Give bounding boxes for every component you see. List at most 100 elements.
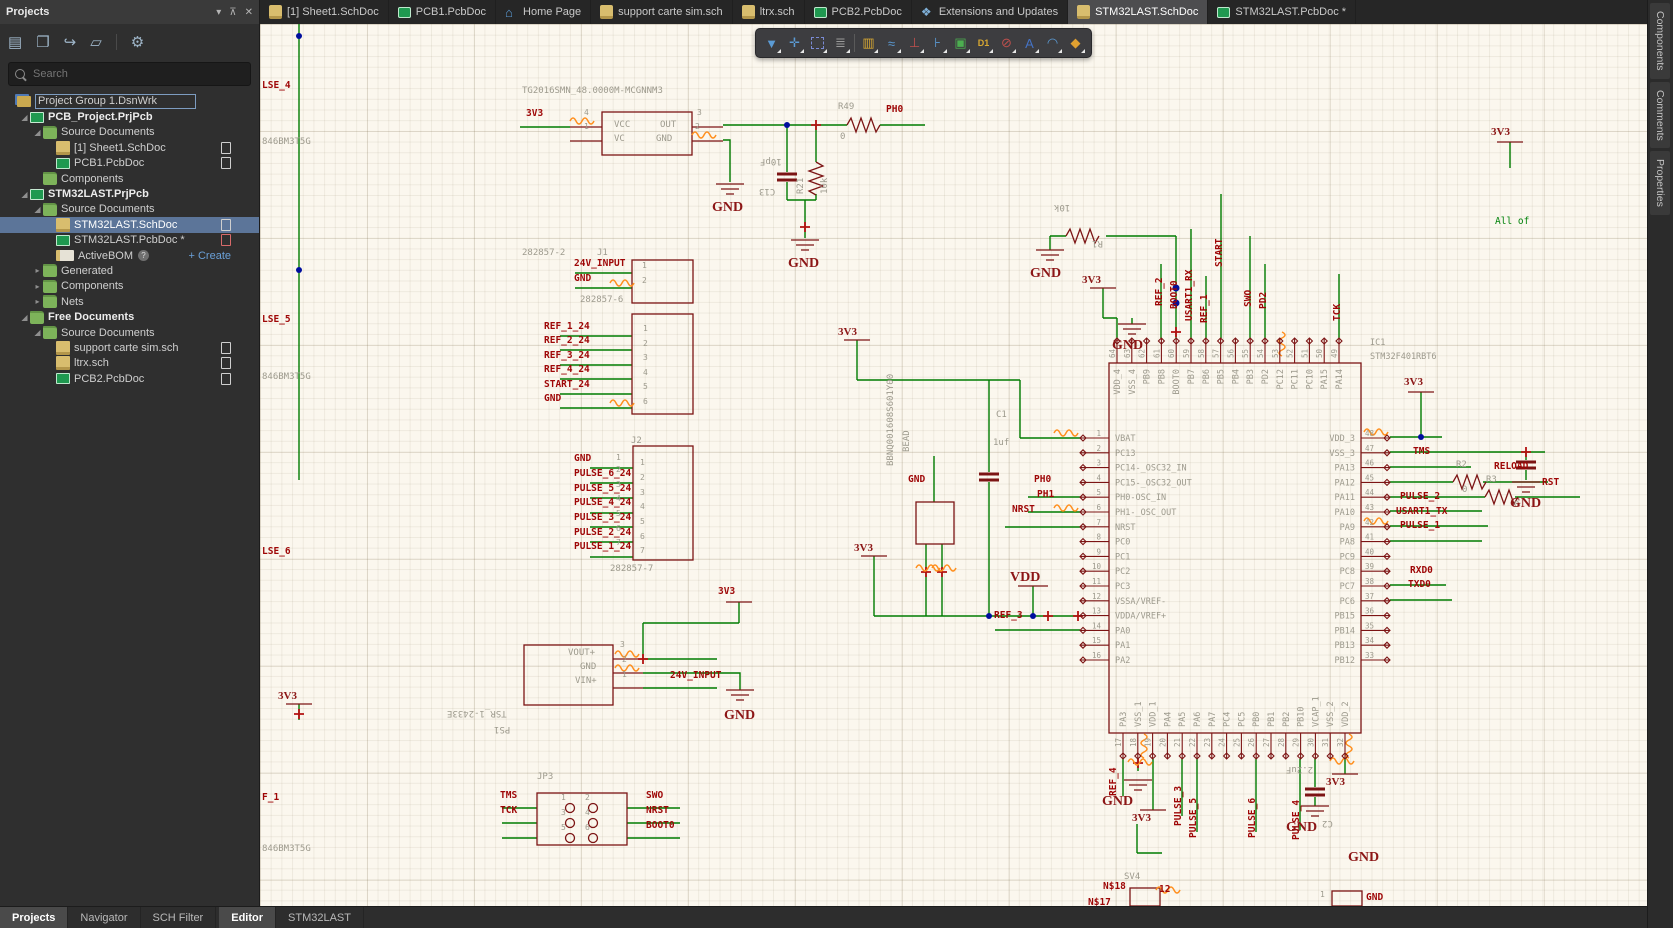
chip-pin-text: 25 xyxy=(1232,738,1241,747)
dropdown-arrow-icon[interactable]: ▾ xyxy=(216,7,221,18)
panel-tab-navigator[interactable]: Navigator xyxy=(68,907,140,928)
save-icon[interactable]: ▤ xyxy=(8,33,22,51)
chip-pin-text: PB3 xyxy=(1246,369,1256,384)
panel-tab-sch-filter[interactable]: SCH Filter xyxy=(141,907,217,928)
place-text-icon[interactable]: A xyxy=(1018,31,1041,55)
settings-gear-icon[interactable]: ⚙ xyxy=(131,33,144,51)
tree-item-ltrx-sch[interactable]: ltrx.sch xyxy=(0,356,259,371)
document-state-icon xyxy=(221,219,231,231)
marquee-select-icon[interactable] xyxy=(806,31,829,55)
tree-item-source-documents[interactable]: ◢Source Documents xyxy=(0,202,259,217)
tree-item-components[interactable]: Components xyxy=(0,171,259,186)
doc-tab-label: Extensions and Updates xyxy=(939,6,1058,18)
expand-arrow[interactable]: ◢ xyxy=(32,128,43,137)
tree-item-generated[interactable]: ▸Generated xyxy=(0,263,259,278)
tree-item-pcb1-pcbdoc[interactable]: PCB1.PcbDoc xyxy=(0,156,259,171)
tree-item-stm32last-prjpcb[interactable]: ◢STM32LAST.PrjPcb xyxy=(0,186,259,201)
designator-icon[interactable]: D1 xyxy=(972,31,995,55)
expand-arrow[interactable]: ◢ xyxy=(19,113,30,122)
chip-pin-text: 44 xyxy=(1365,488,1375,497)
panel-tab-properties[interactable]: Properties xyxy=(1650,151,1670,215)
chip-pin-text: PC4 xyxy=(1223,712,1233,727)
chip-pin-text: PB13 xyxy=(1335,641,1355,651)
tree-item-source-documents[interactable]: ◢Source Documents xyxy=(0,125,259,140)
folder-settings-icon[interactable]: ▱ xyxy=(90,33,102,51)
panel-tab-projects[interactable]: Projects xyxy=(0,907,68,928)
doc-tab-1-sheet1-schdoc[interactable]: [1] Sheet1.SchDoc xyxy=(260,0,389,24)
chip-pin-text: 61 xyxy=(1152,349,1161,358)
place-wire-icon[interactable]: ≈ xyxy=(880,31,903,55)
tree-item-free-documents[interactable]: ◢Free Documents xyxy=(0,309,259,324)
editor-tab-editor[interactable]: Editor xyxy=(219,907,276,928)
expand-arrow[interactable]: ◢ xyxy=(19,190,30,199)
tree-item-pcb2-pcbdoc[interactable]: PCB2.PcbDoc xyxy=(0,371,259,386)
expand-arrow[interactable]: ▸ xyxy=(32,282,43,291)
chip-pins: 1VBAT2PC133PC14-_OSC32_IN4PC15-_OSC32_OU… xyxy=(1080,338,1437,759)
panel-tab-comments[interactable]: Comments xyxy=(1650,82,1670,149)
bus-entry-icon[interactable]: ⊦ xyxy=(926,31,949,55)
pcb-file-icon xyxy=(1217,7,1230,18)
tree-item-project-group-1-dsnwrk[interactable]: Project Group 1.DsnWrk xyxy=(0,94,259,109)
chip-pin-text: 19 xyxy=(1144,738,1153,747)
chip-pin-text: PC15-_OSC32_OUT xyxy=(1115,478,1192,488)
expand-arrow[interactable]: ◢ xyxy=(19,313,30,322)
expand-arrow[interactable]: ▸ xyxy=(32,297,43,306)
tree-item-pcb-project-prjpcb[interactable]: ◢PCB_Project.PrjPcb xyxy=(0,109,259,124)
chip-pin-text: PB7 xyxy=(1187,369,1197,384)
chip-pin-text: PB14 xyxy=(1335,626,1355,636)
document-state-icon xyxy=(221,234,231,246)
place-part-icon[interactable]: ▥ xyxy=(857,31,880,55)
panel-tab-components[interactable]: Components xyxy=(1650,3,1670,79)
expand-arrow[interactable]: ▸ xyxy=(32,266,43,275)
expand-arrow[interactable]: ◢ xyxy=(32,328,43,337)
chip-pin-text: 42 xyxy=(1365,518,1374,527)
chip-pin-text: PC12 xyxy=(1276,369,1286,389)
search-input[interactable] xyxy=(31,67,244,81)
power-port-icon[interactable]: ⊥ xyxy=(903,31,926,55)
align-icon[interactable]: ≣ xyxy=(829,31,852,55)
sheet-symbol-icon[interactable]: ▣ xyxy=(949,31,972,55)
close-icon[interactable]: ✕ xyxy=(245,7,253,18)
pcb-file-icon xyxy=(814,7,827,18)
tree-item-stm32last-schdoc[interactable]: STM32LAST.SchDoc xyxy=(0,217,259,232)
forward-icon[interactable]: ↪ xyxy=(64,33,77,51)
create-link[interactable]: + Create xyxy=(189,250,232,262)
sch-icon xyxy=(56,141,70,155)
chip-pin-text: 48 xyxy=(1365,429,1375,438)
tree-item-components[interactable]: ▸Components xyxy=(0,279,259,294)
arc-icon[interactable]: ◠ xyxy=(1041,31,1064,55)
crosshair-icon[interactable]: ✛ xyxy=(783,31,806,55)
tree-item-nets[interactable]: ▸Nets xyxy=(0,294,259,309)
expand-arrow[interactable]: ◢ xyxy=(32,205,43,214)
pin-icon[interactable]: ⊼ xyxy=(229,7,236,18)
project-tree: Project Group 1.DsnWrk◢PCB_Project.PrjPc… xyxy=(0,94,259,386)
chip-pin-text: PB0 xyxy=(1252,712,1262,727)
doc-tab-ltrx-sch[interactable]: ltrx.sch xyxy=(733,0,805,24)
doc-tab-stm32last-pcbdoc[interactable]: STM32LAST.PcbDoc * xyxy=(1208,0,1356,24)
no-erc-icon[interactable]: ⊘ xyxy=(995,31,1018,55)
filter-icon[interactable]: ▼ xyxy=(760,31,783,55)
chip-pin-text: 11 xyxy=(1092,577,1101,586)
doc-tab-support-carte-sim-sch[interactable]: support carte sim.sch xyxy=(591,0,733,24)
chip-pin-text: PA1 xyxy=(1115,641,1130,651)
copy-documents-icon[interactable]: ❐ xyxy=(36,33,49,51)
chip-pin-text: 40 xyxy=(1365,547,1375,556)
tree-item-1-sheet1-schdoc[interactable]: [1] Sheet1.SchDoc xyxy=(0,140,259,155)
doc-tab-pcb2-pcbdoc[interactable]: PCB2.PcbDoc xyxy=(805,0,912,24)
tree-item-support-carte-sim-sch[interactable]: support carte sim.sch xyxy=(0,340,259,355)
tree-item-source-documents[interactable]: ◢Source Documents xyxy=(0,325,259,340)
stm32-chip-body[interactable] xyxy=(1109,363,1361,733)
search-box[interactable] xyxy=(8,62,251,86)
doc-tab-home-page[interactable]: ⌂Home Page xyxy=(496,0,591,24)
tree-item-activebom[interactable]: ActiveBOM?+ Create xyxy=(0,248,259,263)
editor-tab-stm32last[interactable]: STM32LAST xyxy=(276,907,364,928)
junction-icon[interactable]: ◆ xyxy=(1064,31,1087,55)
schematic-drawing[interactable]: 1VBAT2PC133PC14-_OSC32_IN4PC15-_OSC32_OU… xyxy=(260,24,1648,906)
resistors[interactable] xyxy=(809,118,1518,504)
chip-pin-text: 28 xyxy=(1277,738,1286,748)
doc-tab-pcb1-pcbdoc[interactable]: PCB1.PcbDoc xyxy=(389,0,496,24)
schematic-editor-canvas[interactable]: 1VBAT2PC133PC14-_OSC32_IN4PC15-_OSC32_OU… xyxy=(260,24,1648,906)
doc-tab-extensions-and-updates[interactable]: ❖Extensions and Updates xyxy=(912,0,1068,24)
tree-item-stm32last-pcbdoc[interactable]: STM32LAST.PcbDoc * xyxy=(0,233,259,248)
doc-tab-stm32last-schdoc[interactable]: STM32LAST.SchDoc xyxy=(1068,0,1208,24)
